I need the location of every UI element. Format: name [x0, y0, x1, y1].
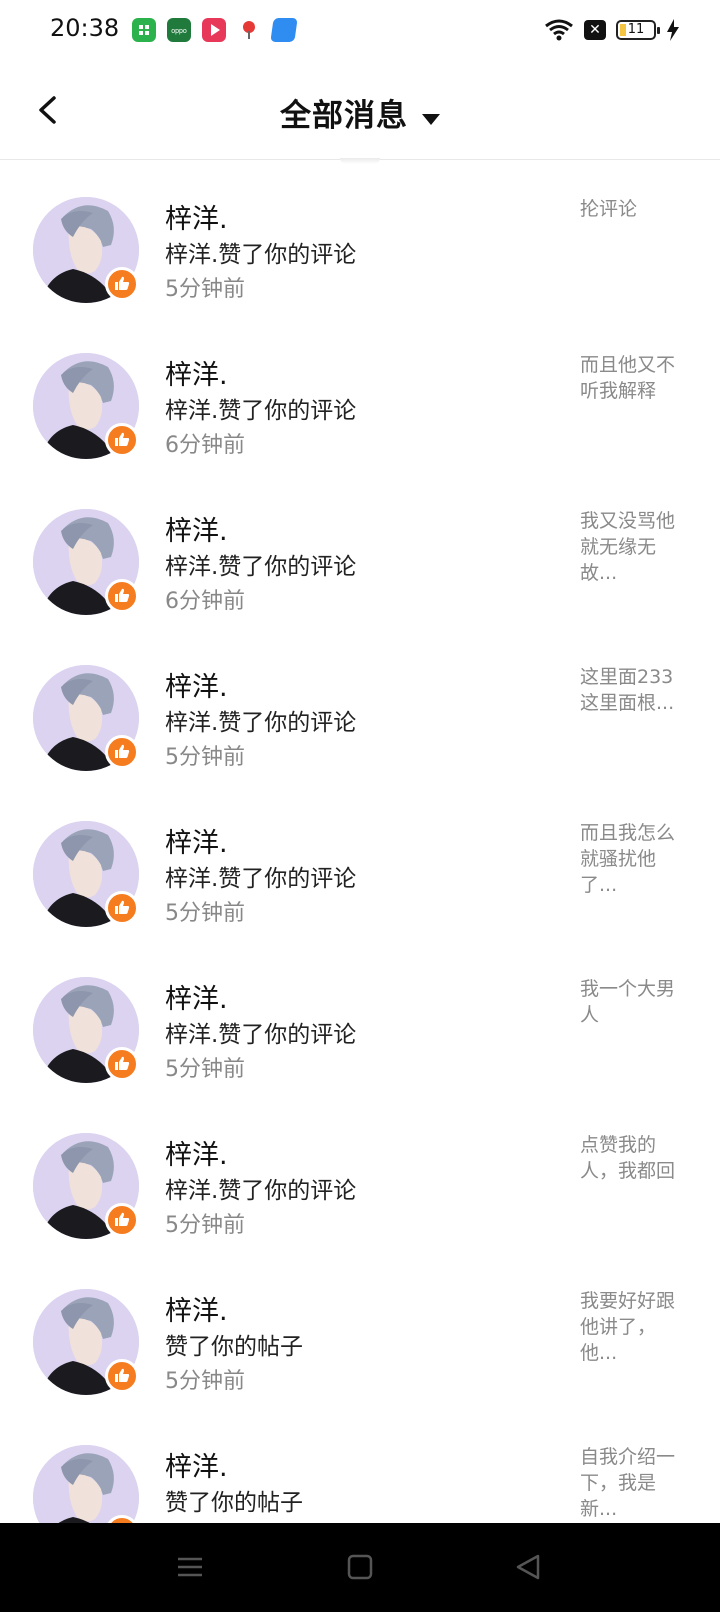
message-time: 5分钟前 [165, 901, 245, 926]
message-item[interactable]: 梓洋. 梓洋.赞了你的评论 5分钟前 点赞我的人，我都回 [0, 1096, 720, 1252]
thumbs-up-icon [115, 1212, 130, 1226]
thumbs-up-icon [115, 744, 130, 758]
message-action-text: 梓洋.赞了你的评论 [165, 398, 357, 424]
message-time: 5分钟前 [165, 745, 245, 770]
like-badge [105, 423, 139, 457]
message-action-text: 赞了你的帖子 [165, 1490, 303, 1516]
no-sim-icon: ✕ [584, 20, 606, 40]
thumbs-up-icon [115, 1056, 130, 1070]
message-filter-dropdown[interactable]: 全部消息 [0, 90, 720, 135]
message-action-text: 梓洋.赞了你的评论 [165, 1178, 357, 1204]
like-badge [105, 891, 139, 925]
comment-preview: 而且我怎么就骚扰他了... [580, 822, 676, 896]
notification-app-icons: oppo [132, 18, 298, 42]
home-button[interactable] [342, 1551, 378, 1583]
comment-preview: 抡评论 [580, 198, 638, 220]
message-item[interactable]: 梓洋. 赞了你的帖子 5分钟前 我要好好跟他讲了，他... [0, 1252, 720, 1408]
charging-icon [667, 19, 679, 41]
thumbs-up-icon [115, 588, 130, 602]
menu-button[interactable] [172, 1551, 208, 1583]
message-item[interactable]: 梓洋. 梓洋.赞了你的评论 6分钟前 我又没骂他就无缘无故... [0, 472, 720, 628]
sender-name[interactable]: 梓洋. [165, 1289, 228, 1328]
sender-name[interactable]: 梓洋. [165, 821, 228, 860]
like-badge [105, 1047, 139, 1081]
video-app-icon [202, 18, 226, 42]
like-badge [105, 267, 139, 301]
comment-preview: 自我介绍一下，我是新... [580, 1446, 676, 1520]
message-time: 5分钟前 [165, 1213, 245, 1238]
blue-app-icon [270, 18, 298, 42]
message-item[interactable]: 梓洋. 梓洋.赞了你的评论 5分钟前 这里面233这里面根... [0, 628, 720, 784]
back-nav-button[interactable] [510, 1551, 546, 1583]
message-action-text: 梓洋.赞了你的评论 [165, 242, 357, 268]
sender-name[interactable]: 梓洋. [165, 1445, 228, 1484]
comment-preview: 而且他又不听我解释 [580, 354, 676, 402]
message-action-text: 梓洋.赞了你的评论 [165, 710, 357, 736]
like-badge [105, 579, 139, 613]
oppo-app-icon: oppo [167, 18, 191, 42]
comment-preview: 我要好好跟他讲了，他... [580, 1290, 676, 1364]
message-action-text: 梓洋.赞了你的评论 [165, 866, 357, 892]
like-badge [105, 735, 139, 769]
home-icon [347, 1554, 373, 1580]
like-badge [105, 1203, 139, 1237]
like-badge [105, 1359, 139, 1393]
sender-name[interactable]: 梓洋. [165, 977, 228, 1016]
sender-name[interactable]: 梓洋. [165, 197, 228, 236]
message-time: 6分钟前 [165, 433, 245, 458]
message-action-text: 梓洋.赞了你的评论 [165, 554, 357, 580]
thumbs-up-icon [115, 432, 130, 446]
thumbs-up-icon [115, 1368, 130, 1382]
triangle-back-icon [516, 1554, 540, 1580]
message-time: 6分钟前 [165, 589, 245, 614]
message-action-text: 赞了你的帖子 [165, 1334, 303, 1360]
battery-icon: 11 [616, 20, 660, 40]
status-indicators: ✕ 11 [544, 18, 680, 42]
message-action-text: 梓洋.赞了你的评论 [165, 1022, 357, 1048]
comment-preview: 我又没骂他就无缘无故... [580, 510, 676, 584]
message-item[interactable]: 梓洋. 梓洋.赞了你的评论 5分钟前 而且我怎么就骚扰他了... [0, 784, 720, 940]
menu-icon [178, 1557, 202, 1577]
thumbs-up-icon [115, 276, 130, 290]
message-time: 5分钟前 [165, 1057, 245, 1082]
comment-preview: 这里面233这里面根... [580, 666, 675, 714]
message-item[interactable]: 梓洋. 梓洋.赞了你的评论 6分钟前 而且他又不听我解释 [0, 316, 720, 472]
page-title: 全部消息 [280, 98, 408, 134]
green-app-icon [132, 18, 156, 42]
message-time: 5分钟前 [165, 1369, 245, 1394]
header: 全部消息 [0, 66, 720, 160]
comment-preview: 我一个大男人 [580, 978, 676, 1026]
message-item[interactable]: 梓洋. 梓洋.赞了你的评论 5分钟前 我一个大男人 [0, 940, 720, 1096]
battery-level: 11 [627, 22, 645, 37]
comment-preview: 点赞我的人，我都回 [580, 1134, 676, 1182]
sender-name[interactable]: 梓洋. [165, 665, 228, 704]
wifi-icon [545, 19, 573, 41]
message-list: 梓洋. 梓洋.赞了你的评论 5分钟前 抡评论 梓洋. 梓洋.赞了你的评论 6分钟… [0, 160, 720, 1564]
svg-text:oppo: oppo [171, 28, 187, 35]
sender-name[interactable]: 梓洋. [165, 509, 228, 548]
map-pin-app-icon [237, 18, 261, 42]
caret-down-icon [422, 114, 440, 125]
message-item[interactable]: 梓洋. 梓洋.赞了你的评论 5分钟前 抡评论 [0, 160, 720, 316]
sender-name[interactable]: 梓洋. [165, 353, 228, 392]
thumbs-up-icon [115, 900, 130, 914]
sender-name[interactable]: 梓洋. [165, 1133, 228, 1172]
message-time: 5分钟前 [165, 277, 245, 302]
status-bar: 20:38 oppo ✕ 11 [0, 0, 720, 66]
system-nav-bar [0, 1523, 720, 1612]
status-time: 20:38 [50, 14, 120, 42]
